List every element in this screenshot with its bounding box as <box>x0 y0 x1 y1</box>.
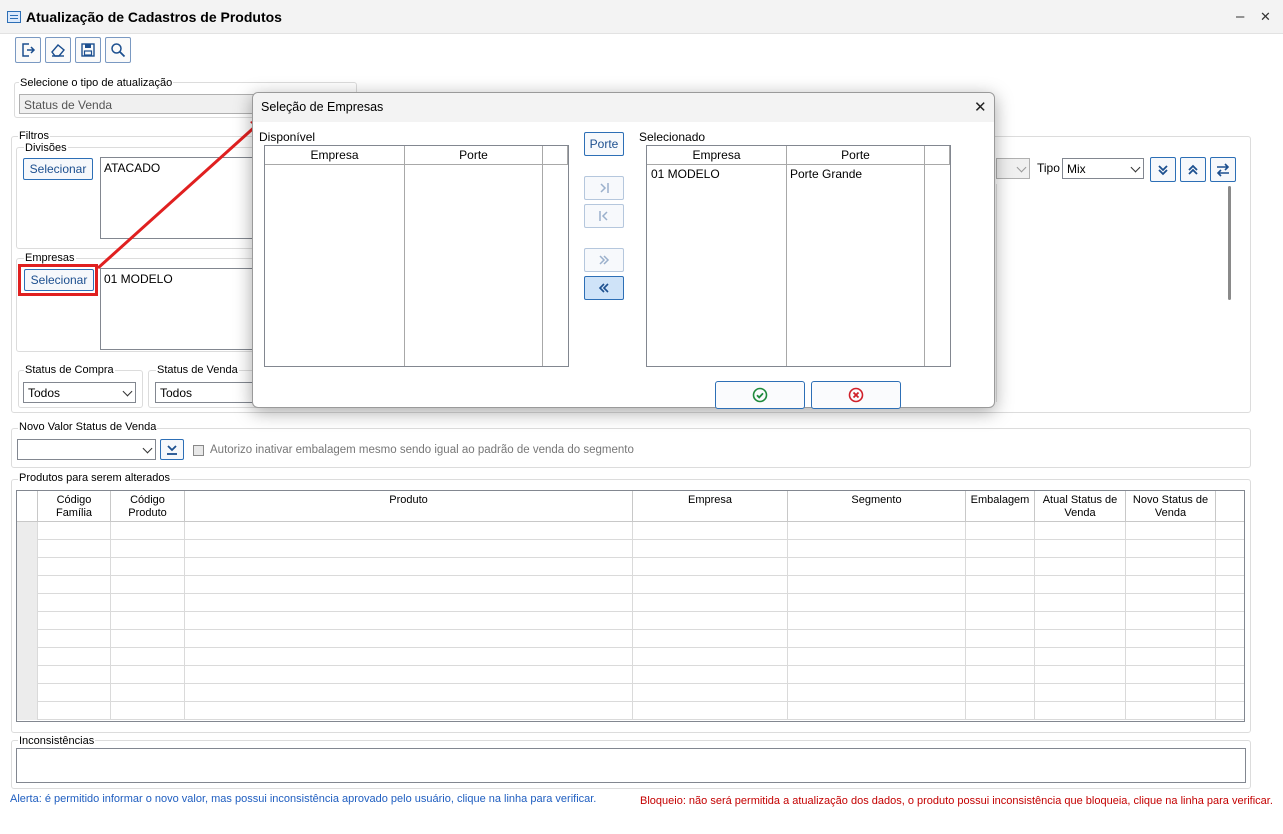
available-label: Disponível <box>259 130 316 144</box>
move-all-right-button[interactable] <box>584 248 624 272</box>
chevron-right-bar-icon <box>600 183 609 193</box>
selected-col-porte[interactable]: Porte <box>787 146 925 165</box>
double-chevron-right-icon <box>599 255 610 265</box>
selected-table[interactable]: Empresa Porte 01 MODELO Porte Grande <box>646 145 951 367</box>
select-companies-dialog: Seleção de Empresas ✕ Disponível Empresa… <box>252 92 995 409</box>
available-col-filler <box>543 146 568 165</box>
available-col-empresa[interactable]: Empresa <box>265 146 405 165</box>
available-table[interactable]: Empresa Porte <box>264 145 569 367</box>
dialog-header: Seleção de Empresas ✕ <box>253 93 994 122</box>
selected-label: Selecionado <box>639 130 706 144</box>
available-col-line <box>405 165 543 366</box>
move-one-right-button[interactable] <box>584 176 624 200</box>
confirm-button[interactable] <box>715 381 805 409</box>
selected-col-empresa[interactable]: Empresa <box>647 146 787 165</box>
move-one-left-button[interactable] <box>584 204 624 228</box>
selected-col-line <box>647 165 787 366</box>
x-circle-icon <box>848 387 864 403</box>
check-circle-icon <box>752 387 768 403</box>
cancel-button[interactable] <box>811 381 901 409</box>
available-col-porte[interactable]: Porte <box>405 146 543 165</box>
selected-col-line <box>787 165 925 366</box>
porte-button[interactable]: Porte <box>584 132 624 156</box>
available-col-line <box>265 165 405 366</box>
selected-col-filler <box>925 146 950 165</box>
dialog-close-button[interactable]: ✕ <box>974 98 987 116</box>
selected-row-empresa[interactable]: 01 MODELO <box>651 167 720 181</box>
chevron-left-bar-icon <box>599 211 608 221</box>
move-all-left-button[interactable] <box>584 276 624 300</box>
double-chevron-left-icon <box>598 283 609 293</box>
selected-row-porte[interactable]: Porte Grande <box>790 167 862 181</box>
dialog-title: Seleção de Empresas <box>261 100 384 114</box>
